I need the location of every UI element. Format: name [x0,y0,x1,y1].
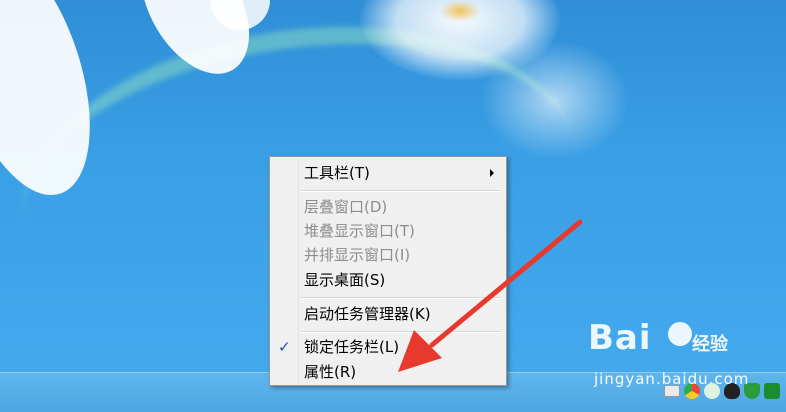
menu-item-label: 层叠窗口(D) [304,198,388,216]
wallpaper-flower-glow [480,40,630,160]
menu-separator [301,331,501,333]
watermark-brand-suffix: 经验 [692,334,728,355]
watermark-brand: Bai [588,318,652,358]
menu-separator [301,297,501,299]
menu-item-toolbars[interactable]: 工具栏(T) [272,161,504,185]
menu-item-properties[interactable]: 属性(R) [272,360,504,384]
menu-item-label: 显示桌面(S) [304,271,386,289]
baidu-jingyan-watermark: Bai 经验 jingyan.baidu.com [588,318,786,398]
submenu-arrow-icon [490,169,494,177]
menu-item-side-by-side-windows: 并排显示窗口(I) [272,243,504,267]
menu-item-task-manager[interactable]: 启动任务管理器(K) [272,302,504,326]
menu-item-label: 锁定任务栏(L) [304,338,400,356]
watermark-url: jingyan.baidu.com [594,370,750,388]
taskbar-context-menu: 工具栏(T) 层叠窗口(D) 堆叠显示窗口(T) 并排显示窗口(I) 显示桌面(… [269,156,507,386]
menu-item-label: 堆叠显示窗口(T) [304,222,415,240]
baidu-paw-logo [668,322,692,346]
menu-item-label: 启动任务管理器(K) [304,305,431,323]
menu-item-stack-windows: 堆叠显示窗口(T) [272,219,504,243]
menu-separator [301,190,501,192]
menu-item-label: 工具栏(T) [304,164,370,182]
menu-item-label: 并排显示窗口(I) [304,246,411,264]
wallpaper-flower-center [440,0,480,22]
menu-item-show-desktop[interactable]: 显示桌面(S) [272,268,504,292]
menu-item-lock-taskbar[interactable]: ✓ 锁定任务栏(L) [272,335,504,359]
menu-item-cascade-windows: 层叠窗口(D) [272,195,504,219]
menu-item-label: 属性(R) [304,363,357,381]
checkmark-icon: ✓ [278,338,291,356]
